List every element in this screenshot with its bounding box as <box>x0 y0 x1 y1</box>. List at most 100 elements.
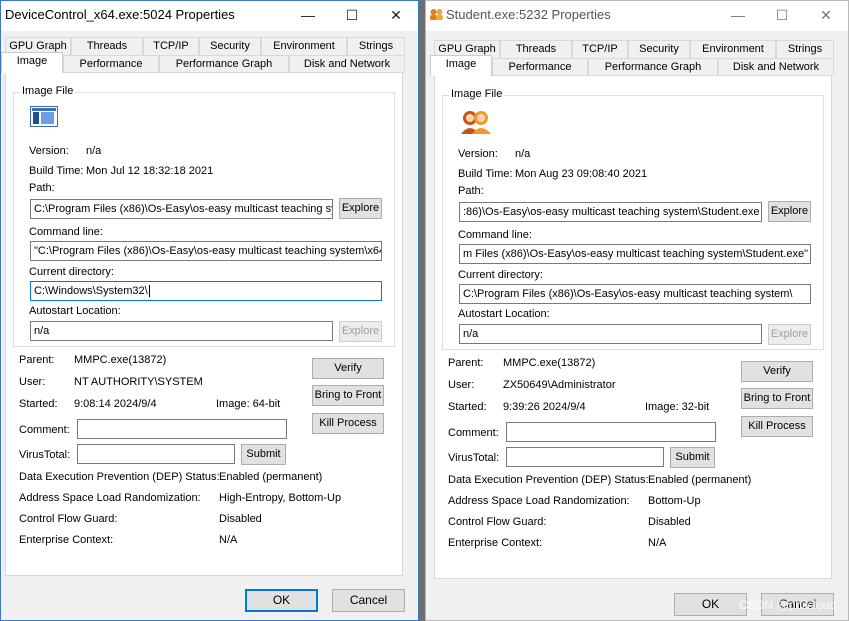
tab-threads[interactable]: Threads <box>71 37 143 55</box>
current-directory-value: C:\Windows\System32\ <box>34 285 148 297</box>
started-value: 9:08:14 2024/9/4 <box>74 398 157 410</box>
explore-autostart-button[interactable]: Explore <box>768 324 811 345</box>
version-value: n/a <box>515 148 531 160</box>
tab-disk-and-network[interactable]: Disk and Network <box>289 55 405 73</box>
window-title: Student.exe:5232 Properties <box>446 7 611 22</box>
tab-disk-and-network[interactable]: Disk and Network <box>718 58 834 76</box>
enterprise-context-value: N/A <box>648 537 667 549</box>
explore-path-button[interactable]: Explore <box>768 201 811 222</box>
explore-autostart-button[interactable]: Explore <box>339 321 382 342</box>
cfg-value: Disabled <box>219 513 262 525</box>
aslr-value: Bottom-Up <box>648 495 701 507</box>
explore-path-button[interactable]: Explore <box>339 198 382 219</box>
minimize-icon[interactable]: — <box>286 1 330 31</box>
started-label: Started: <box>448 401 487 413</box>
command-line-field[interactable]: m Files (x86)\Os-Easy\os-easy multicast … <box>459 244 811 264</box>
bring-to-front-button[interactable]: Bring to Front <box>312 385 384 406</box>
dep-label: Data Execution Prevention (DEP) Status: <box>19 471 220 483</box>
path-field[interactable]: C:\Program Files (x86)\Os-Easy\os-easy m… <box>30 199 333 219</box>
enterprise-context-label: Enterprise Context: <box>19 534 114 546</box>
virustotal-field[interactable] <box>77 444 235 464</box>
tab-security[interactable]: Security <box>199 37 261 55</box>
image-file-group: Image File Version: n/a Build Time: Mon … <box>13 85 395 347</box>
tab-performance[interactable]: Performance <box>492 58 588 76</box>
verify-button[interactable]: Verify <box>741 361 813 382</box>
close-icon[interactable]: ✕ <box>804 1 848 31</box>
command-line-field[interactable]: "C:\Program Files (x86)\Os-Easy\os-easy … <box>30 241 382 261</box>
tab-image[interactable]: Image <box>1 52 63 73</box>
cfg-value: Disabled <box>648 516 691 528</box>
tab-environment[interactable]: Environment <box>261 37 347 55</box>
tab-security[interactable]: Security <box>628 40 690 58</box>
ok-button[interactable]: OK <box>674 593 747 616</box>
image-file-group: Image File Version: n/a Build Time: Mon … <box>442 88 824 350</box>
tab-tcpip[interactable]: TCP/IP <box>572 40 628 58</box>
properties-window-devicecontrol: DeviceControl_x64.exe:5024 Properties — … <box>0 0 419 621</box>
current-directory-label: Current directory: <box>29 266 114 278</box>
path-field[interactable]: :86)\Os-Easy\os-easy multicast teaching … <box>459 202 762 222</box>
submit-button[interactable]: Submit <box>241 444 286 465</box>
text-cursor <box>148 285 150 298</box>
title-bar[interactable]: DeviceControl_x64.exe:5024 Properties — … <box>1 1 418 31</box>
autostart-location-field[interactable]: n/a <box>459 324 762 344</box>
bring-to-front-button[interactable]: Bring to Front <box>741 388 813 409</box>
dep-label: Data Execution Prevention (DEP) Status: <box>448 474 649 486</box>
kill-process-button[interactable]: Kill Process <box>312 413 384 434</box>
student-app-icon <box>429 8 444 21</box>
version-label: Version: <box>29 145 69 157</box>
ok-button[interactable]: OK <box>245 589 318 612</box>
autostart-location-field[interactable]: n/a <box>30 321 333 341</box>
started-label: Started: <box>19 398 58 410</box>
image-file-legend: Image File <box>449 88 505 100</box>
maximize-icon[interactable]: ☐ <box>330 1 374 31</box>
properties-window-student: Student.exe:5232 Properties — ☐ ✕ GPU Gr… <box>425 0 849 621</box>
tab-performance-graph[interactable]: Performance Graph <box>159 55 289 73</box>
parent-label: Parent: <box>19 354 55 366</box>
parent-value: MMPC.exe(13872) <box>74 354 167 366</box>
aslr-value: High-Entropy, Bottom-Up <box>219 492 342 504</box>
enterprise-context-value: N/A <box>219 534 238 546</box>
maximize-icon[interactable]: ☐ <box>760 1 804 31</box>
parent-value: MMPC.exe(13872) <box>503 357 596 369</box>
build-time-label: Build Time: <box>458 168 513 180</box>
comment-field[interactable] <box>506 422 716 442</box>
verify-button[interactable]: Verify <box>312 358 384 379</box>
tab-strings[interactable]: Strings <box>776 40 834 58</box>
current-directory-label: Current directory: <box>458 269 543 281</box>
comment-field[interactable] <box>77 419 287 439</box>
autostart-location-label: Autostart Location: <box>458 308 550 320</box>
virustotal-label: VirusTotal: <box>19 449 71 461</box>
title-bar[interactable]: Student.exe:5232 Properties — ☐ ✕ <box>426 1 848 31</box>
window-title: DeviceControl_x64.exe:5024 Properties <box>5 7 235 22</box>
image-bits: Image: 32-bit <box>645 401 710 413</box>
user-value: ZX50649\Administrator <box>503 379 616 391</box>
dep-value: Enabled (permanent) <box>219 471 323 483</box>
tab-threads[interactable]: Threads <box>500 40 572 58</box>
minimize-icon[interactable]: — <box>716 1 760 31</box>
cancel-button[interactable]: Cancel <box>332 589 405 612</box>
close-icon[interactable]: ✕ <box>374 1 418 31</box>
tab-environment[interactable]: Environment <box>690 40 776 58</box>
user-label: User: <box>19 376 46 388</box>
student-process-icon <box>459 109 493 135</box>
build-time-value: Mon Jul 12 18:32:18 2021 <box>86 165 214 177</box>
user-label: User: <box>448 379 475 391</box>
tab-image[interactable]: Image <box>430 55 492 76</box>
build-time-label: Build Time: <box>29 165 84 177</box>
tab-strings[interactable]: Strings <box>347 37 405 55</box>
current-directory-field[interactable]: C:\Windows\System32\ <box>30 281 382 301</box>
user-value: NT AUTHORITY\SYSTEM <box>74 376 203 388</box>
tab-panel: Image File Version: n/a Build Time: Mon … <box>5 72 403 576</box>
comment-label: Comment: <box>19 424 70 436</box>
tab-performance-graph[interactable]: Performance Graph <box>588 58 718 76</box>
started-value: 9:39:26 2024/9/4 <box>503 401 586 413</box>
version-value: n/a <box>86 145 102 157</box>
kill-process-button[interactable]: Kill Process <box>741 416 813 437</box>
tab-performance[interactable]: Performance <box>63 55 159 73</box>
tab-tcpip[interactable]: TCP/IP <box>143 37 199 55</box>
virustotal-field[interactable] <box>506 447 664 467</box>
command-line-label: Command line: <box>29 226 103 238</box>
path-label: Path: <box>458 185 484 197</box>
submit-button[interactable]: Submit <box>670 447 715 468</box>
current-directory-field[interactable]: C:\Program Files (x86)\Os-Easy\os-easy m… <box>459 284 811 304</box>
